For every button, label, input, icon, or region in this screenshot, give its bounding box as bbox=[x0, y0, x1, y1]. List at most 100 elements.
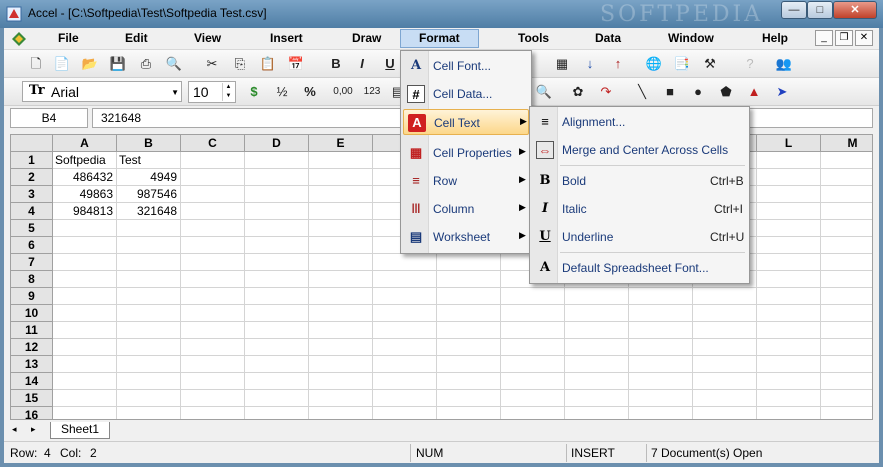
underline-button[interactable]: U bbox=[380, 54, 400, 74]
cell-m2[interactable] bbox=[821, 169, 872, 186]
ellipse-icon[interactable]: ● bbox=[688, 82, 708, 102]
spinner-icon[interactable]: ▲ ▼ bbox=[222, 83, 234, 101]
column-header-m[interactable]: M bbox=[821, 135, 872, 152]
cell-m10[interactable] bbox=[821, 305, 872, 322]
cell-f10[interactable] bbox=[373, 305, 437, 322]
cell-k10[interactable] bbox=[693, 305, 757, 322]
cell-l12[interactable] bbox=[757, 339, 821, 356]
cell-a8[interactable] bbox=[53, 271, 117, 288]
cell-i10[interactable] bbox=[565, 305, 629, 322]
cell-c5[interactable] bbox=[181, 220, 245, 237]
cell-f7[interactable] bbox=[373, 254, 437, 271]
help-icon[interactable]: ? bbox=[740, 54, 760, 74]
cell-i9[interactable] bbox=[565, 288, 629, 305]
cell-b6[interactable] bbox=[117, 237, 181, 254]
cell-g9[interactable] bbox=[437, 288, 501, 305]
cell-g15[interactable] bbox=[437, 390, 501, 407]
font-size-stepper[interactable]: 10 ▲ ▼ bbox=[188, 81, 236, 103]
column-header-a[interactable]: A bbox=[53, 135, 117, 152]
row-header-10[interactable]: 10 bbox=[11, 305, 53, 322]
cell-c13[interactable] bbox=[181, 356, 245, 373]
cell-b9[interactable] bbox=[117, 288, 181, 305]
connector-icon[interactable]: ↷ bbox=[596, 82, 616, 102]
cell-m1[interactable] bbox=[821, 152, 872, 169]
cell-h16[interactable] bbox=[501, 407, 565, 419]
cell-d14[interactable] bbox=[245, 373, 309, 390]
cell-m14[interactable] bbox=[821, 373, 872, 390]
cell-l11[interactable] bbox=[757, 322, 821, 339]
cell-b7[interactable] bbox=[117, 254, 181, 271]
menu-help[interactable]: Help bbox=[762, 31, 788, 45]
cell-e9[interactable] bbox=[309, 288, 373, 305]
cell-e13[interactable] bbox=[309, 356, 373, 373]
cell-d10[interactable] bbox=[245, 305, 309, 322]
bold-button[interactable]: B bbox=[326, 54, 346, 74]
cell-b11[interactable] bbox=[117, 322, 181, 339]
cell-l3[interactable] bbox=[757, 186, 821, 203]
cell-g8[interactable] bbox=[437, 271, 501, 288]
new-icon[interactable]: 🗋 bbox=[26, 54, 46, 74]
row-header-6[interactable]: 6 bbox=[11, 237, 53, 254]
arrow-right-icon[interactable]: ➤ bbox=[772, 82, 792, 102]
cell-g13[interactable] bbox=[437, 356, 501, 373]
cell-c9[interactable] bbox=[181, 288, 245, 305]
report-icon[interactable]: 📑 bbox=[672, 54, 692, 74]
cell-g11[interactable] bbox=[437, 322, 501, 339]
cell-b8[interactable] bbox=[117, 271, 181, 288]
cell-m9[interactable] bbox=[821, 288, 872, 305]
cell-i15[interactable] bbox=[565, 390, 629, 407]
row-header-9[interactable]: 9 bbox=[11, 288, 53, 305]
copy-icon[interactable]: ⎘ bbox=[230, 54, 250, 74]
column-header-b[interactable]: B bbox=[117, 135, 181, 152]
print-icon[interactable]: ⎙ bbox=[136, 54, 156, 74]
cell-l10[interactable] bbox=[757, 305, 821, 322]
cell-m15[interactable] bbox=[821, 390, 872, 407]
arrow-up-icon[interactable]: ▲ bbox=[744, 82, 764, 102]
doc-close-button[interactable]: ✕ bbox=[855, 30, 873, 46]
cell-k14[interactable] bbox=[693, 373, 757, 390]
cell-g10[interactable] bbox=[437, 305, 501, 322]
sort-ascending-icon[interactable]: ↓ bbox=[580, 54, 600, 74]
cell-e15[interactable] bbox=[309, 390, 373, 407]
cell-k11[interactable] bbox=[693, 322, 757, 339]
cell-i16[interactable] bbox=[565, 407, 629, 419]
zoom-icon[interactable]: 🔍 bbox=[534, 82, 554, 102]
menu-item-cell-data[interactable]: # Cell Data... bbox=[403, 81, 529, 107]
row-header-12[interactable]: 12 bbox=[11, 339, 53, 356]
menu-item-worksheet[interactable]: ▤ Worksheet ▶ bbox=[403, 224, 529, 250]
cell-a13[interactable] bbox=[53, 356, 117, 373]
cell-i13[interactable] bbox=[565, 356, 629, 373]
cell-c6[interactable] bbox=[181, 237, 245, 254]
globe-icon[interactable]: 🌐 bbox=[644, 54, 664, 74]
cell-m11[interactable] bbox=[821, 322, 872, 339]
menu-item-row[interactable]: ≡ Row ▶ bbox=[403, 168, 529, 194]
cell-m6[interactable] bbox=[821, 237, 872, 254]
font-name-select[interactable]: Tr Arial ▼ bbox=[22, 81, 182, 102]
cell-c2[interactable] bbox=[181, 169, 245, 186]
menu-item-cell-font[interactable]: A Cell Font... bbox=[403, 53, 529, 79]
cell-b4[interactable]: 321648 bbox=[117, 203, 181, 220]
cut-icon[interactable]: ✂ bbox=[202, 54, 222, 74]
minimize-button[interactable]: — bbox=[781, 1, 807, 19]
rectangle-icon[interactable]: ■ bbox=[660, 82, 680, 102]
row-header-14[interactable]: 14 bbox=[11, 373, 53, 390]
cell-i11[interactable] bbox=[565, 322, 629, 339]
cell-g7[interactable] bbox=[437, 254, 501, 271]
cell-e6[interactable] bbox=[309, 237, 373, 254]
cell-b5[interactable] bbox=[117, 220, 181, 237]
cell-h14[interactable] bbox=[501, 373, 565, 390]
users-icon[interactable]: 👥 bbox=[774, 54, 794, 74]
cell-d9[interactable] bbox=[245, 288, 309, 305]
menu-tools[interactable]: Tools bbox=[518, 31, 549, 45]
menu-draw[interactable]: Draw bbox=[352, 31, 381, 45]
cell-a14[interactable] bbox=[53, 373, 117, 390]
menu-item-underline[interactable]: U Underline Ctrl+U bbox=[532, 224, 747, 250]
cell-j15[interactable] bbox=[629, 390, 693, 407]
menu-edit[interactable]: Edit bbox=[125, 31, 148, 45]
currency-icon[interactable]: $ bbox=[244, 82, 264, 102]
new-template-icon[interactable]: 📄 bbox=[52, 54, 72, 74]
row-header-13[interactable]: 13 bbox=[11, 356, 53, 373]
column-header-l[interactable]: L bbox=[757, 135, 821, 152]
cell-l6[interactable] bbox=[757, 237, 821, 254]
calendar-icon[interactable]: 📅 bbox=[286, 54, 306, 74]
